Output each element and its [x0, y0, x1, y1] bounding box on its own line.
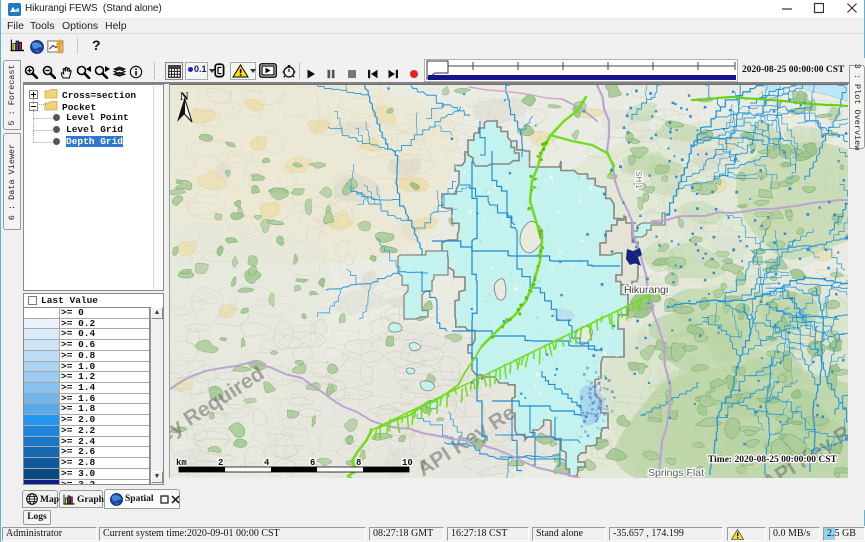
- svg-text:Time: 2020-08-25 00:00:00 CST: Time: 2020-08-25 00:00:00 CST: [708, 455, 838, 465]
- svg-text:Hikurangi: Hikurangi: [624, 284, 668, 296]
- svg-text:Springs Flat: Springs Flat: [648, 467, 704, 478]
- svg-text:SH 1: SH 1: [634, 171, 643, 189]
- svg-text:10: 10: [402, 458, 413, 468]
- svg-text:8: 8: [356, 458, 361, 468]
- svg-text:6: 6: [310, 458, 315, 468]
- svg-text:4: 4: [264, 458, 270, 468]
- svg-text:2: 2: [218, 458, 223, 468]
- svg-text:km: km: [176, 458, 187, 468]
